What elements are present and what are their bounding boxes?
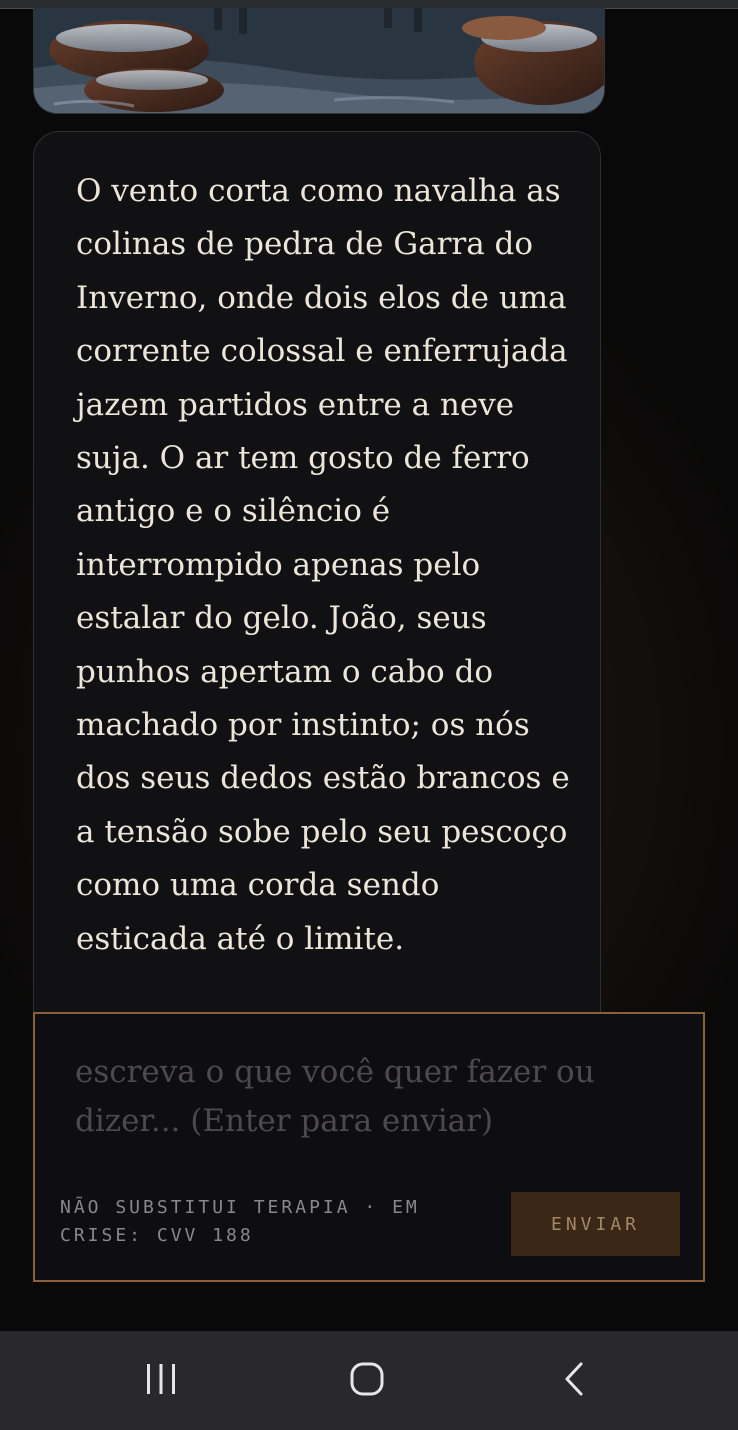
recent-apps-button[interactable] xyxy=(106,1331,216,1430)
message-input[interactable] xyxy=(75,1048,635,1158)
scene-illustration xyxy=(33,8,605,114)
narration-card: O vento corta como navalha as colinas de… xyxy=(33,131,601,1031)
system-navigation-bar xyxy=(0,1331,738,1430)
message-composer: NÃO SUBSTITUI TERAPIA · EM CRISE: CVV 18… xyxy=(33,1012,705,1282)
back-icon xyxy=(559,1361,589,1401)
send-button[interactable]: ENVIAR xyxy=(511,1192,680,1256)
home-icon xyxy=(349,1361,385,1401)
home-button[interactable] xyxy=(312,1331,422,1430)
recent-apps-icon xyxy=(144,1362,178,1400)
therapy-disclaimer: NÃO SUBSTITUI TERAPIA · EM CRISE: CVV 18… xyxy=(60,1197,420,1246)
back-button[interactable] xyxy=(519,1331,629,1430)
narration-text: O vento corta como navalha as colinas de… xyxy=(76,173,570,957)
